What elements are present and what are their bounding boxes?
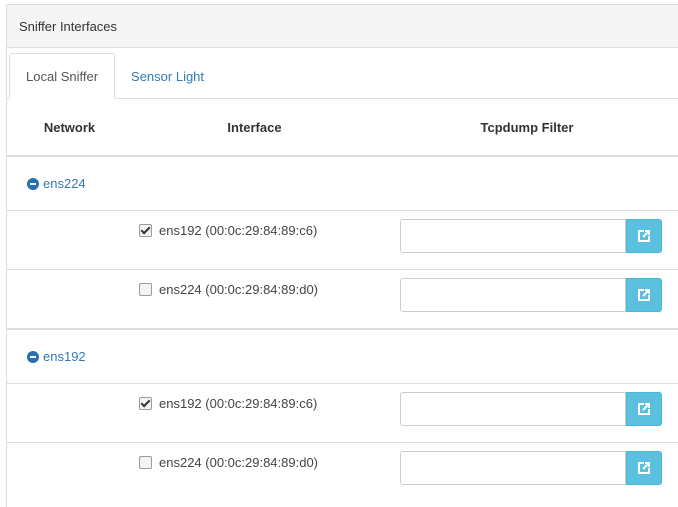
tcpdump-filter-input[interactable] [400,392,626,426]
tcpdump-filter-input[interactable] [400,278,626,312]
minus-circle-icon [27,350,39,363]
panel-heading: Sniffer Interfaces [7,5,678,48]
interface-label: ens192 (00:0c:29:84:89:c6) [159,223,318,238]
external-link-icon [638,462,650,474]
interface-label: ens192 (00:0c:29:84:89:c6) [159,396,318,411]
interface-checkbox[interactable] [139,224,152,237]
panel-title: Sniffer Interfaces [19,18,118,34]
tab-bar: Local Sniffer Sensor Light [7,52,678,99]
interface-checkbox[interactable] [139,283,152,296]
interface-option[interactable]: ens192 (00:0c:29:84:89:c6) [139,396,317,411]
external-link-icon [638,403,650,415]
minus-circle-icon [27,177,39,190]
interface-option[interactable]: ens224 (00:0c:29:84:89:d0) [139,455,318,470]
network-group-toggle[interactable]: ens192 [7,330,678,384]
sniffer-interfaces-panel: Sniffer Interfaces Local Sniffer Sensor … [6,4,678,507]
table-row: ens192 (00:0c:29:84:89:c6) [7,211,678,270]
tcpdump-filter-input[interactable] [400,451,626,485]
tcpdump-filter-input[interactable] [400,219,626,253]
column-header-interface: Interface [227,119,282,135]
interface-checkbox[interactable] [139,456,152,469]
column-header-network: Network [43,119,96,135]
interface-label: ens224 (00:0c:29:84:89:d0) [159,282,319,297]
apply-filter-button[interactable] [626,278,662,312]
external-link-icon [638,289,650,301]
apply-filter-button[interactable] [626,392,662,426]
table-row: ens192 (00:0c:29:84:89:c6) [7,384,678,443]
table-row: ens224 (00:0c:29:84:89:d0) [7,443,678,501]
external-link-icon [638,230,650,242]
interface-option[interactable]: ens224 (00:0c:29:84:89:d0) [139,282,318,297]
apply-filter-button[interactable] [626,219,662,253]
tab-local-sniffer[interactable]: Local Sniffer [9,53,116,99]
interface-label: ens224 (00:0c:29:84:89:d0) [159,455,319,470]
interface-checkbox[interactable] [139,397,152,410]
network-name: ens192 [43,349,86,364]
column-header-tcpdump-filter: Tcpdump Filter [480,119,574,135]
table-header: Network Interface Tcpdump Filter [7,99,678,157]
table-row: ens224 (00:0c:29:84:89:d0) [7,270,678,330]
network-group-toggle[interactable]: ens224 [7,157,678,211]
apply-filter-button[interactable] [626,451,662,485]
tab-sensor-light[interactable]: Sensor Light [115,54,220,98]
network-name: ens224 [43,176,86,191]
interface-option[interactable]: ens192 (00:0c:29:84:89:c6) [139,223,317,238]
